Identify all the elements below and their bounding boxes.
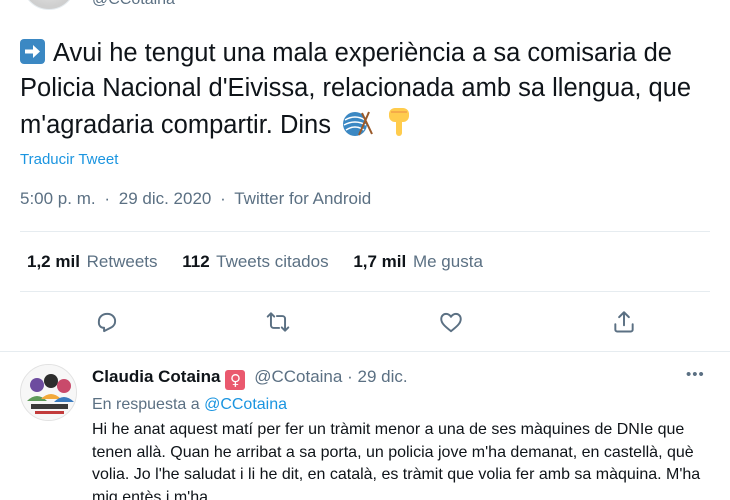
likes-label: Me gusta (412, 252, 483, 271)
retweet-icon (266, 312, 290, 332)
retweets-label: Retweets (86, 252, 158, 271)
more-options-icon[interactable]: ••• (686, 366, 705, 383)
reply-header: Claudia Cotaina ♀ @CCotaina · 29 dic. (92, 367, 408, 390)
tweet-text: Avui he tengut una mala experiència a sa… (20, 36, 710, 148)
reply-text: Hi he anat aquest matí per fer un tràmit… (92, 421, 701, 500)
tweet-meta: 5:00 p. m. · 29 dic. 2020 · Twitter for … (20, 189, 371, 209)
quotes-count: 112 (182, 252, 210, 271)
previous-header: @CCotaina (0, 0, 730, 12)
in-reply-to: En respuesta a @CCotaina (92, 396, 287, 414)
reply-button[interactable] (92, 307, 122, 337)
reply-icon (97, 312, 117, 333)
tweet-stats: 1,2 mil Retweets 112 Tweets citados 1,7 … (27, 252, 503, 272)
tweet-actions (0, 307, 730, 337)
reply-avatar[interactable] (20, 364, 77, 421)
retweet-button[interactable] (263, 307, 293, 337)
venus-badge-icon: ♀ (225, 370, 246, 390)
tweet-source[interactable]: Twitter for Android (234, 189, 371, 208)
reply-author-name[interactable]: Claudia Cotaina (92, 367, 220, 386)
retweets-count: 1,2 mil (27, 252, 80, 271)
divider (20, 291, 710, 292)
translate-tweet-link[interactable]: Traducir Tweet (20, 151, 118, 168)
top-handle[interactable]: @CCotaina (92, 0, 175, 9)
quotes-stat[interactable]: 112 Tweets citados (182, 252, 328, 271)
meta-separator: · (220, 189, 226, 208)
arrow-right-emoji (20, 39, 45, 64)
like-icon (440, 312, 462, 333)
like-button[interactable] (436, 307, 466, 337)
reply-separator: · (347, 367, 353, 386)
tweet-date[interactable]: 29 dic. 2020 (119, 189, 212, 208)
tweet-time[interactable]: 5:00 p. m. (20, 189, 96, 208)
divider (20, 231, 710, 232)
pointing-down-emoji (385, 106, 415, 148)
share-button[interactable] (609, 307, 639, 337)
reply-date[interactable]: 29 dic. (357, 367, 407, 386)
in-reply-prefix: En respuesta a (92, 396, 200, 413)
yarn-emoji (342, 110, 374, 148)
likes-stat[interactable]: 1,7 mil Me gusta (353, 252, 483, 271)
top-avatar[interactable] (22, 0, 76, 10)
quotes-label: Tweets citados (216, 252, 329, 271)
reply-author-handle[interactable]: @CCotaina (254, 367, 342, 386)
in-reply-handle-link[interactable]: @CCotaina (204, 396, 287, 413)
retweets-stat[interactable]: 1,2 mil Retweets (27, 252, 158, 271)
meta-separator: · (104, 189, 111, 208)
share-icon (614, 311, 634, 333)
section-divider (0, 351, 730, 352)
likes-count: 1,7 mil (353, 252, 407, 271)
